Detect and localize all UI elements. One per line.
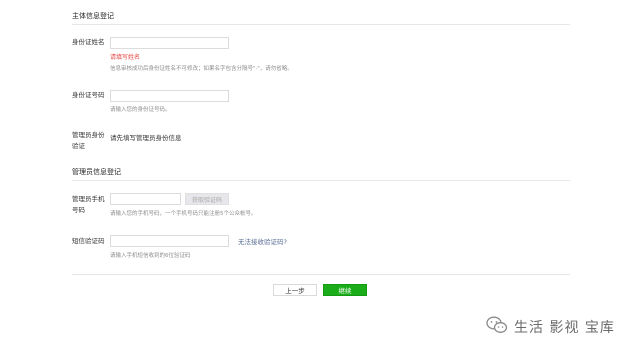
admin-phone-label: 管理员手机号码 (72, 195, 105, 214)
get-code-button[interactable]: 获取验证码 (185, 193, 229, 205)
footer-divider (72, 274, 570, 275)
id-name-error: 请填写姓名 (110, 54, 141, 61)
admin-phone-hint: 请输入您的手机号码，一个手机号码只能注册5个公众帐号。 (110, 211, 257, 217)
cannot-receive-code-link[interactable]: 无法接收验证码? (238, 236, 287, 246)
id-number-input[interactable] (110, 90, 229, 102)
sms-code-label: 短信验证码 (72, 237, 105, 245)
id-number-hint: 请输入您的身份证号码。 (110, 107, 171, 113)
id-name-label: 身份证姓名 (72, 38, 105, 46)
admin-section-title: 管理员信息登记 (72, 168, 121, 176)
admin-id-verify-value: 请先填写管理员身份信息 (110, 134, 182, 142)
admin-id-verify-label: 管理员身份验证 (72, 131, 105, 150)
admin-section-divider (72, 180, 570, 181)
entity-section-divider (72, 24, 570, 25)
watermark: 生活 影视 宝库 (486, 316, 615, 338)
id-name-hint: 信息审核成功后身份证姓名不可修改；如果名字包含分隔号"·"，请勿省略。 (110, 66, 293, 72)
sms-code-hint: 请输入手机短信收到的6位验证码 (110, 253, 191, 259)
wechat-icon (486, 316, 508, 338)
registration-page: 主体信息登记 身份证姓名 请填写姓名 信息审核成功后身份证姓名不可修改；如果名字… (0, 0, 640, 354)
id-name-input[interactable] (110, 37, 229, 49)
entity-section-title: 主体信息登记 (72, 12, 114, 20)
admin-phone-input[interactable] (110, 193, 181, 205)
sms-code-input[interactable] (110, 235, 229, 247)
watermark-text: 生活 影视 宝库 (514, 320, 615, 336)
previous-step-button[interactable]: 上一步 (273, 284, 317, 296)
id-number-label: 身份证号码 (72, 91, 105, 99)
continue-button[interactable]: 继续 (323, 284, 367, 296)
